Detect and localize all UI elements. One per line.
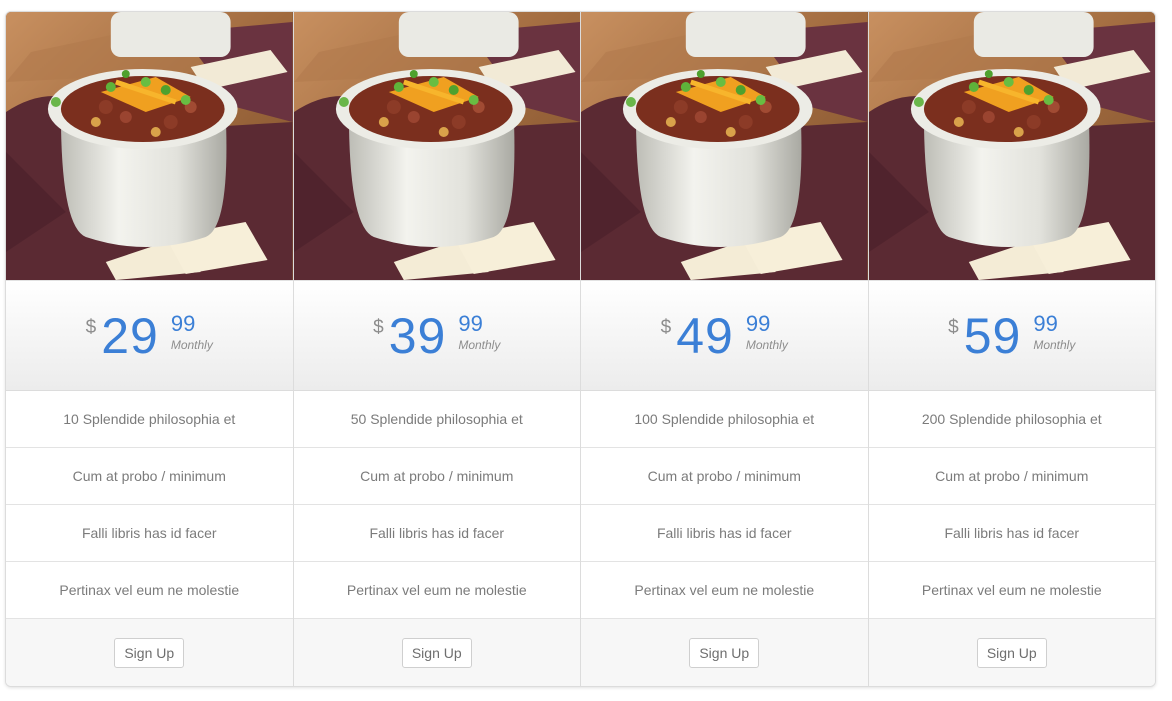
billing-period: Monthly [745,337,788,352]
price-cents: 99 [170,310,196,336]
price-amount: 29 [101,307,159,364]
sign-up-button[interactable]: Sign Up [689,637,760,668]
feature-row: 100 Splendide philosophia et [581,391,868,448]
feature-row: Falli libris has id facer [581,505,868,562]
currency-symbol: $ [948,316,959,338]
price: $ 39 99 Monthly [373,307,501,364]
price-box: $ 29 99 Monthly [6,280,293,391]
feature-row: Pertinax vel eum ne molestie [868,562,1155,619]
billing-period: Monthly [458,337,501,352]
plan-footer: Sign Up [868,619,1155,686]
feature-row: Falli libris has id facer [868,505,1155,562]
price: $ 29 99 Monthly [85,307,213,364]
sign-up-button[interactable]: Sign Up [401,637,472,668]
chili-bowl-photo [581,12,868,280]
price-cents: 99 [745,310,771,336]
price: $ 49 99 Monthly [660,307,788,364]
price-amount: 49 [676,307,734,364]
pricing-plan: $ 59 99 Monthly 200 Splendide philosophi… [868,12,1155,686]
billing-period: Monthly [170,337,213,352]
feature-row: Falli libris has id facer [293,505,580,562]
currency-symbol: $ [85,316,97,338]
plan-footer: Sign Up [6,619,293,686]
price-cents: 99 [458,310,483,336]
feature-row: 50 Splendide philosophia et [293,391,580,448]
plan-footer: Sign Up [581,619,868,686]
feature-row: 10 Splendide philosophia et [6,391,293,448]
feature-row: Cum at probo / minimum [581,448,868,505]
chili-bowl-photo [293,12,580,280]
currency-symbol: $ [660,316,672,338]
chili-bowl-photo [6,12,293,280]
price-amount: 39 [388,307,447,364]
pricing-plan: $ 29 99 Monthly 10 Splendide philosophia… [6,12,294,686]
price: $ 59 99 Monthly [948,307,1076,364]
sign-up-button[interactable]: Sign Up [976,637,1047,668]
feature-row: Pertinax vel eum ne molestie [581,562,868,619]
feature-row: 200 Splendide philosophia et [868,391,1155,448]
pricing-table: $ 29 99 Monthly 10 Splendide philosophia… [5,11,1156,687]
pricing-plan: $ 39 99 Monthly 50 Splendide philosophia… [293,12,581,686]
price-box: $ 39 99 Monthly [293,280,580,391]
chili-bowl-photo [868,12,1155,280]
feature-row: Cum at probo / minimum [6,448,293,505]
price-box: $ 59 99 Monthly [868,280,1155,391]
feature-row: Cum at probo / minimum [293,448,580,505]
feature-row: Cum at probo / minimum [868,448,1155,505]
price-box: $ 49 99 Monthly [581,280,868,391]
plan-footer: Sign Up [293,619,580,686]
price-cents: 99 [1033,310,1058,336]
price-amount: 59 [963,307,1022,364]
billing-period: Monthly [1033,337,1076,352]
currency-symbol: $ [373,316,384,338]
feature-row: Pertinax vel eum ne molestie [6,562,293,619]
feature-row: Falli libris has id facer [6,505,293,562]
pricing-plan: $ 49 99 Monthly 100 Splendide philosophi… [581,12,869,686]
sign-up-button[interactable]: Sign Up [114,637,185,668]
feature-row: Pertinax vel eum ne molestie [293,562,580,619]
